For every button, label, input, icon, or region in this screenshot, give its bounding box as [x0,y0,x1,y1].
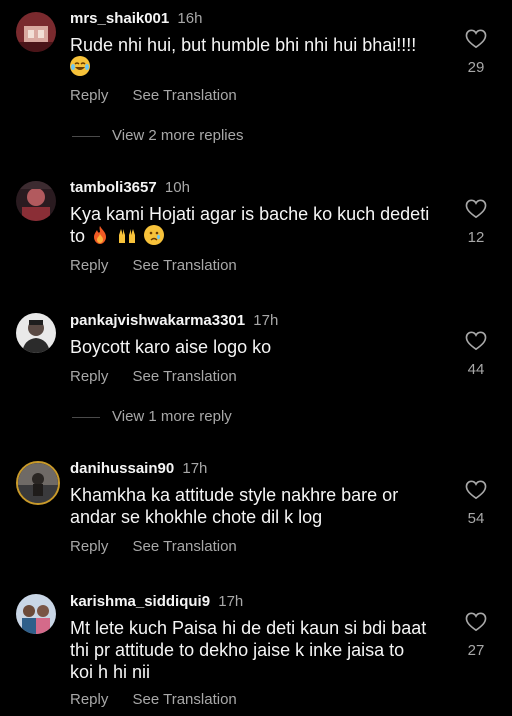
reply-button[interactable]: Reply [70,691,108,709]
replies-divider [72,416,100,418]
comment-item: karishma_siddiqui9 17h Mt lete kuch Pais… [0,584,512,716]
heart-icon[interactable] [465,480,487,500]
like-count: 12 [467,229,485,246]
comment-actions: Reply See Translation [70,538,237,556]
avatar[interactable] [16,12,56,52]
see-translation-button[interactable]: See Translation [133,87,237,105]
heart-icon[interactable] [465,331,487,351]
like-count: 54 [467,510,485,527]
see-translation-button[interactable]: See Translation [133,538,237,556]
comment-item: danihussain90 17h Khamkha ka attitude st… [0,451,512,571]
comment-text: Mt lete kuch Paisa hi de deti kaun si bd… [70,617,430,683]
timestamp: 10h [164,179,190,196]
like-control: 27 [460,612,492,660]
crying-face-emoji-icon [144,225,165,245]
comment-text: Khamkha ka attitude style nakhre bare or… [70,484,430,528]
see-translation-button[interactable]: See Translation [133,257,237,275]
raised-hands-emoji-icon [117,225,137,245]
avatar[interactable] [16,313,56,353]
like-control: 12 [460,199,492,247]
timestamp: 16h [177,10,203,27]
reply-button[interactable]: Reply [70,87,108,105]
comment-text-content: Boycott karo aise logo ko [70,337,272,357]
timestamp: 17h [182,460,208,477]
view-more-replies-button[interactable]: View 2 more replies [72,127,243,145]
see-translation-button[interactable]: See Translation [133,691,237,709]
comment-meta: mrs_shaik001 16h [70,10,202,28]
comment-meta: danihussain90 17h [70,460,207,478]
like-control: 29 [460,29,492,77]
replies-divider [72,135,100,137]
comment-actions: Reply See Translation [70,87,237,105]
comment-meta: pankajvishwakarma3301 17h [70,312,278,330]
view-more-replies-button[interactable]: View 1 more reply [72,408,232,426]
comment-meta: tamboli3657 10h [70,179,190,197]
comment-text-content: Mt lete kuch Paisa hi de deti kaun si bd… [70,618,427,682]
like-count: 44 [467,361,485,378]
comment-text: Rude nhi hui, but humble bhi nhi hui bha… [70,34,430,78]
comment-text: Boycott karo aise logo ko [70,336,430,358]
username[interactable]: danihussain90 [70,460,174,477]
comment-item: tamboli3657 10h Kya kami Hojati agar is … [0,170,512,290]
username[interactable]: pankajvishwakarma3301 [70,312,245,329]
username[interactable]: tamboli3657 [70,179,157,196]
comment-item: pankajvishwakarma3301 17h Boycott karo a… [0,303,512,433]
comment-text: Kya kami Hojati agar is bache ko kuch de… [70,203,430,247]
like-control: 54 [460,480,492,528]
reply-button[interactable]: Reply [70,257,108,275]
heart-icon[interactable] [465,29,487,49]
comment-actions: Reply See Translation [70,257,237,275]
username[interactable]: karishma_siddiqui9 [70,593,210,610]
like-count: 27 [467,642,485,659]
comment-actions: Reply See Translation [70,691,237,709]
comment-text-content: Rude nhi hui, but humble bhi nhi hui bha… [70,35,417,55]
heart-icon[interactable] [465,199,487,219]
avatar[interactable] [16,461,60,505]
avatar[interactable] [16,181,56,221]
heart-icon[interactable] [465,612,487,632]
laughing-tears-emoji-icon [70,56,90,76]
reply-button[interactable]: Reply [70,368,108,386]
fire-emoji-icon [90,225,110,245]
see-translation-button[interactable]: See Translation [133,368,237,386]
username[interactable]: mrs_shaik001 [70,10,169,27]
timestamp: 17h [218,593,244,610]
timestamp: 17h [253,312,279,329]
comment-actions: Reply See Translation [70,368,237,386]
reply-button[interactable]: Reply [70,538,108,556]
like-control: 44 [460,331,492,379]
view-more-replies-label: View 1 more reply [112,408,232,425]
comment-item: mrs_shaik001 16h Rude nhi hui, but humbl… [0,0,512,160]
like-count: 29 [467,59,485,76]
comment-meta: karishma_siddiqui9 17h [70,593,243,611]
view-more-replies-label: View 2 more replies [112,127,244,144]
comment-text-content: Khamkha ka attitude style nakhre bare or… [70,485,399,527]
avatar[interactable] [16,594,56,634]
